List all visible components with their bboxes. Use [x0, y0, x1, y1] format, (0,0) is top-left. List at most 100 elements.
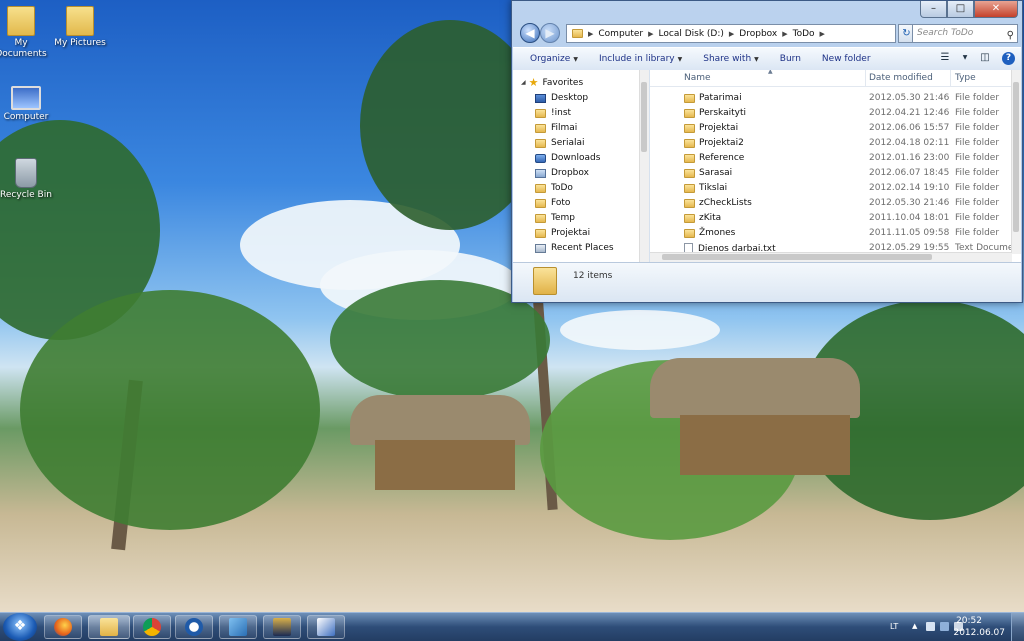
help-icon[interactable]: ?: [1002, 51, 1015, 65]
organize-menu[interactable]: Organize ▼: [530, 54, 578, 64]
breadcrumb-item[interactable]: ToDo: [793, 29, 815, 39]
breadcrumb-separator-icon: ▶: [728, 29, 735, 38]
file-list-vertical-scrollbar[interactable]: [1011, 70, 1021, 254]
taskbar-app-c[interactable]: [175, 615, 213, 639]
chevron-down-icon[interactable]: ▼: [962, 51, 968, 65]
folder-icon: [684, 123, 695, 133]
window-controls: – □ ✕: [920, 1, 1018, 19]
expand-triangle-icon[interactable]: ◢: [521, 79, 526, 86]
column-header-date[interactable]: Date modified: [869, 73, 933, 83]
taskbar-explorer[interactable]: [88, 615, 130, 639]
file-row[interactable]: Perskaityti 2012.04.21 12:46 File folder: [650, 106, 1010, 121]
file-name: Perskaityti: [699, 108, 746, 118]
file-row[interactable]: Tikslai 2012.02.14 19:10 File folder: [650, 181, 1010, 196]
file-row[interactable]: Reference 2012.01.16 23:00 File folder: [650, 151, 1010, 166]
nav-item-projektai[interactable]: Projektai: [535, 226, 590, 240]
file-date: 2012.05.30 21:46: [869, 93, 950, 103]
nav-item-todo[interactable]: ToDo: [535, 181, 573, 195]
preview-pane-icon[interactable]: ◫: [978, 51, 992, 65]
file-name: Patarimai: [699, 93, 742, 103]
file-date: 2012.06.07 18:45: [869, 168, 950, 178]
clock-date[interactable]: 2012.06.07: [953, 628, 1005, 638]
folder-icon: [535, 183, 546, 193]
new-folder-button[interactable]: New folder: [822, 54, 871, 64]
nav-item-serialai[interactable]: Serialai: [535, 136, 584, 150]
minimize-button[interactable]: –: [920, 1, 947, 18]
nav-item-dropbox[interactable]: Dropbox: [535, 166, 589, 180]
include-in-library-menu[interactable]: Include in library ▼: [599, 54, 682, 64]
folder-icon: [535, 123, 546, 133]
desktop-icon-computer[interactable]: Computer: [0, 82, 56, 123]
column-header-name[interactable]: Name: [684, 73, 711, 83]
nav-item-label: Dropbox: [551, 168, 589, 178]
scrollbar-thumb[interactable]: [662, 254, 932, 260]
folder-icon: [684, 153, 695, 163]
file-row[interactable]: Projektai 2012.06.06 15:57 File folder: [650, 121, 1010, 136]
start-button[interactable]: ❖: [3, 613, 37, 641]
column-divider[interactable]: [865, 70, 866, 86]
share-with-menu[interactable]: Share with ▼: [703, 54, 759, 64]
nav-scrollbar[interactable]: [639, 70, 649, 262]
close-button[interactable]: ✕: [974, 1, 1018, 18]
nav-item-foto[interactable]: Foto: [535, 196, 570, 210]
file-row[interactable]: Žmones 2011.11.05 09:58 File folder: [650, 226, 1010, 241]
language-indicator[interactable]: LT: [890, 622, 898, 631]
folder-icon: [684, 138, 695, 148]
maximize-button[interactable]: □: [947, 1, 974, 18]
nav-item-desktop[interactable]: Desktop: [535, 91, 588, 105]
file-list-horizontal-scrollbar[interactable]: [650, 252, 1012, 262]
file-name: zCheckLists: [699, 198, 752, 208]
chevron-down-icon: ▼: [754, 56, 759, 63]
nav-item-temp[interactable]: Temp: [535, 211, 575, 225]
desktop-icon-my-pictures[interactable]: My Pictures: [50, 6, 110, 49]
file-row[interactable]: zCheckLists 2012.05.30 21:46 File folder: [650, 196, 1010, 211]
breadcrumb-item[interactable]: Dropbox: [739, 29, 777, 39]
file-name: Reference: [699, 153, 745, 163]
nav-item-inst[interactable]: !inst: [535, 106, 571, 120]
taskbar-app-game[interactable]: [263, 615, 301, 639]
breadcrumb-separator-icon: ▶: [588, 29, 594, 38]
file-type: File folder: [955, 153, 1000, 163]
desktop-icon-recycle-bin[interactable]: Recycle Bin: [0, 158, 56, 201]
column-divider[interactable]: [950, 70, 951, 86]
file-name: Projektai: [699, 123, 739, 133]
nav-item-recent-places[interactable]: Recent Places: [535, 241, 614, 255]
network-icon[interactable]: [940, 622, 949, 631]
taskbar-app-paint[interactable]: [307, 615, 345, 639]
folder-icon: [535, 228, 546, 238]
back-button[interactable]: ◀: [520, 23, 540, 43]
file-row[interactable]: Sarasai 2012.06.07 18:45 File folder: [650, 166, 1010, 181]
file-name: Žmones: [699, 228, 736, 238]
scrollbar-thumb[interactable]: [1013, 82, 1019, 232]
burn-button[interactable]: Burn: [780, 54, 801, 64]
chrome-icon: [143, 618, 161, 636]
file-date: 2011.10.04 18:01: [869, 213, 950, 223]
address-bar[interactable]: ▶ Computer ▶ Local Disk (D:) ▶ Dropbox ▶…: [566, 24, 896, 43]
tray-app-icon[interactable]: [926, 622, 935, 631]
folder-icon: [684, 168, 695, 178]
breadcrumb-item[interactable]: Computer: [598, 29, 643, 39]
file-row[interactable]: zKita 2011.10.04 18:01 File folder: [650, 211, 1010, 226]
favorites-header[interactable]: ◢ ★ Favorites: [521, 76, 583, 89]
forward-button[interactable]: ▶: [540, 23, 560, 43]
show-desktop-button[interactable]: [1011, 613, 1024, 641]
tray-overflow-icon[interactable]: ▲: [912, 622, 921, 631]
taskbar-firefox[interactable]: [44, 615, 82, 639]
nav-item-filmai[interactable]: Filmai: [535, 121, 577, 135]
taskbar-app-pen[interactable]: [219, 615, 257, 639]
nav-item-downloads[interactable]: Downloads: [535, 151, 600, 165]
clock-time[interactable]: 20:52: [956, 616, 982, 626]
file-row[interactable]: Projektai2 2012.04.18 02:11 File folder: [650, 136, 1010, 151]
desktop-icon-my-documents[interactable]: My Documents: [0, 6, 51, 60]
scrollbar-thumb[interactable]: [641, 82, 647, 152]
file-name: Projektai2: [699, 138, 744, 148]
desktop-icon: [535, 93, 546, 103]
file-row[interactable]: Patarimai 2012.05.30 21:46 File folder: [650, 91, 1010, 106]
view-options-icon[interactable]: ☰: [938, 51, 952, 65]
folder-icon: [66, 6, 94, 36]
hut-roof: [350, 395, 530, 445]
search-input[interactable]: Search ToDo ⚲: [912, 24, 1018, 43]
column-header-type[interactable]: Type: [955, 73, 976, 83]
breadcrumb-item[interactable]: Local Disk (D:): [659, 29, 724, 39]
taskbar-chrome[interactable]: [133, 615, 171, 639]
